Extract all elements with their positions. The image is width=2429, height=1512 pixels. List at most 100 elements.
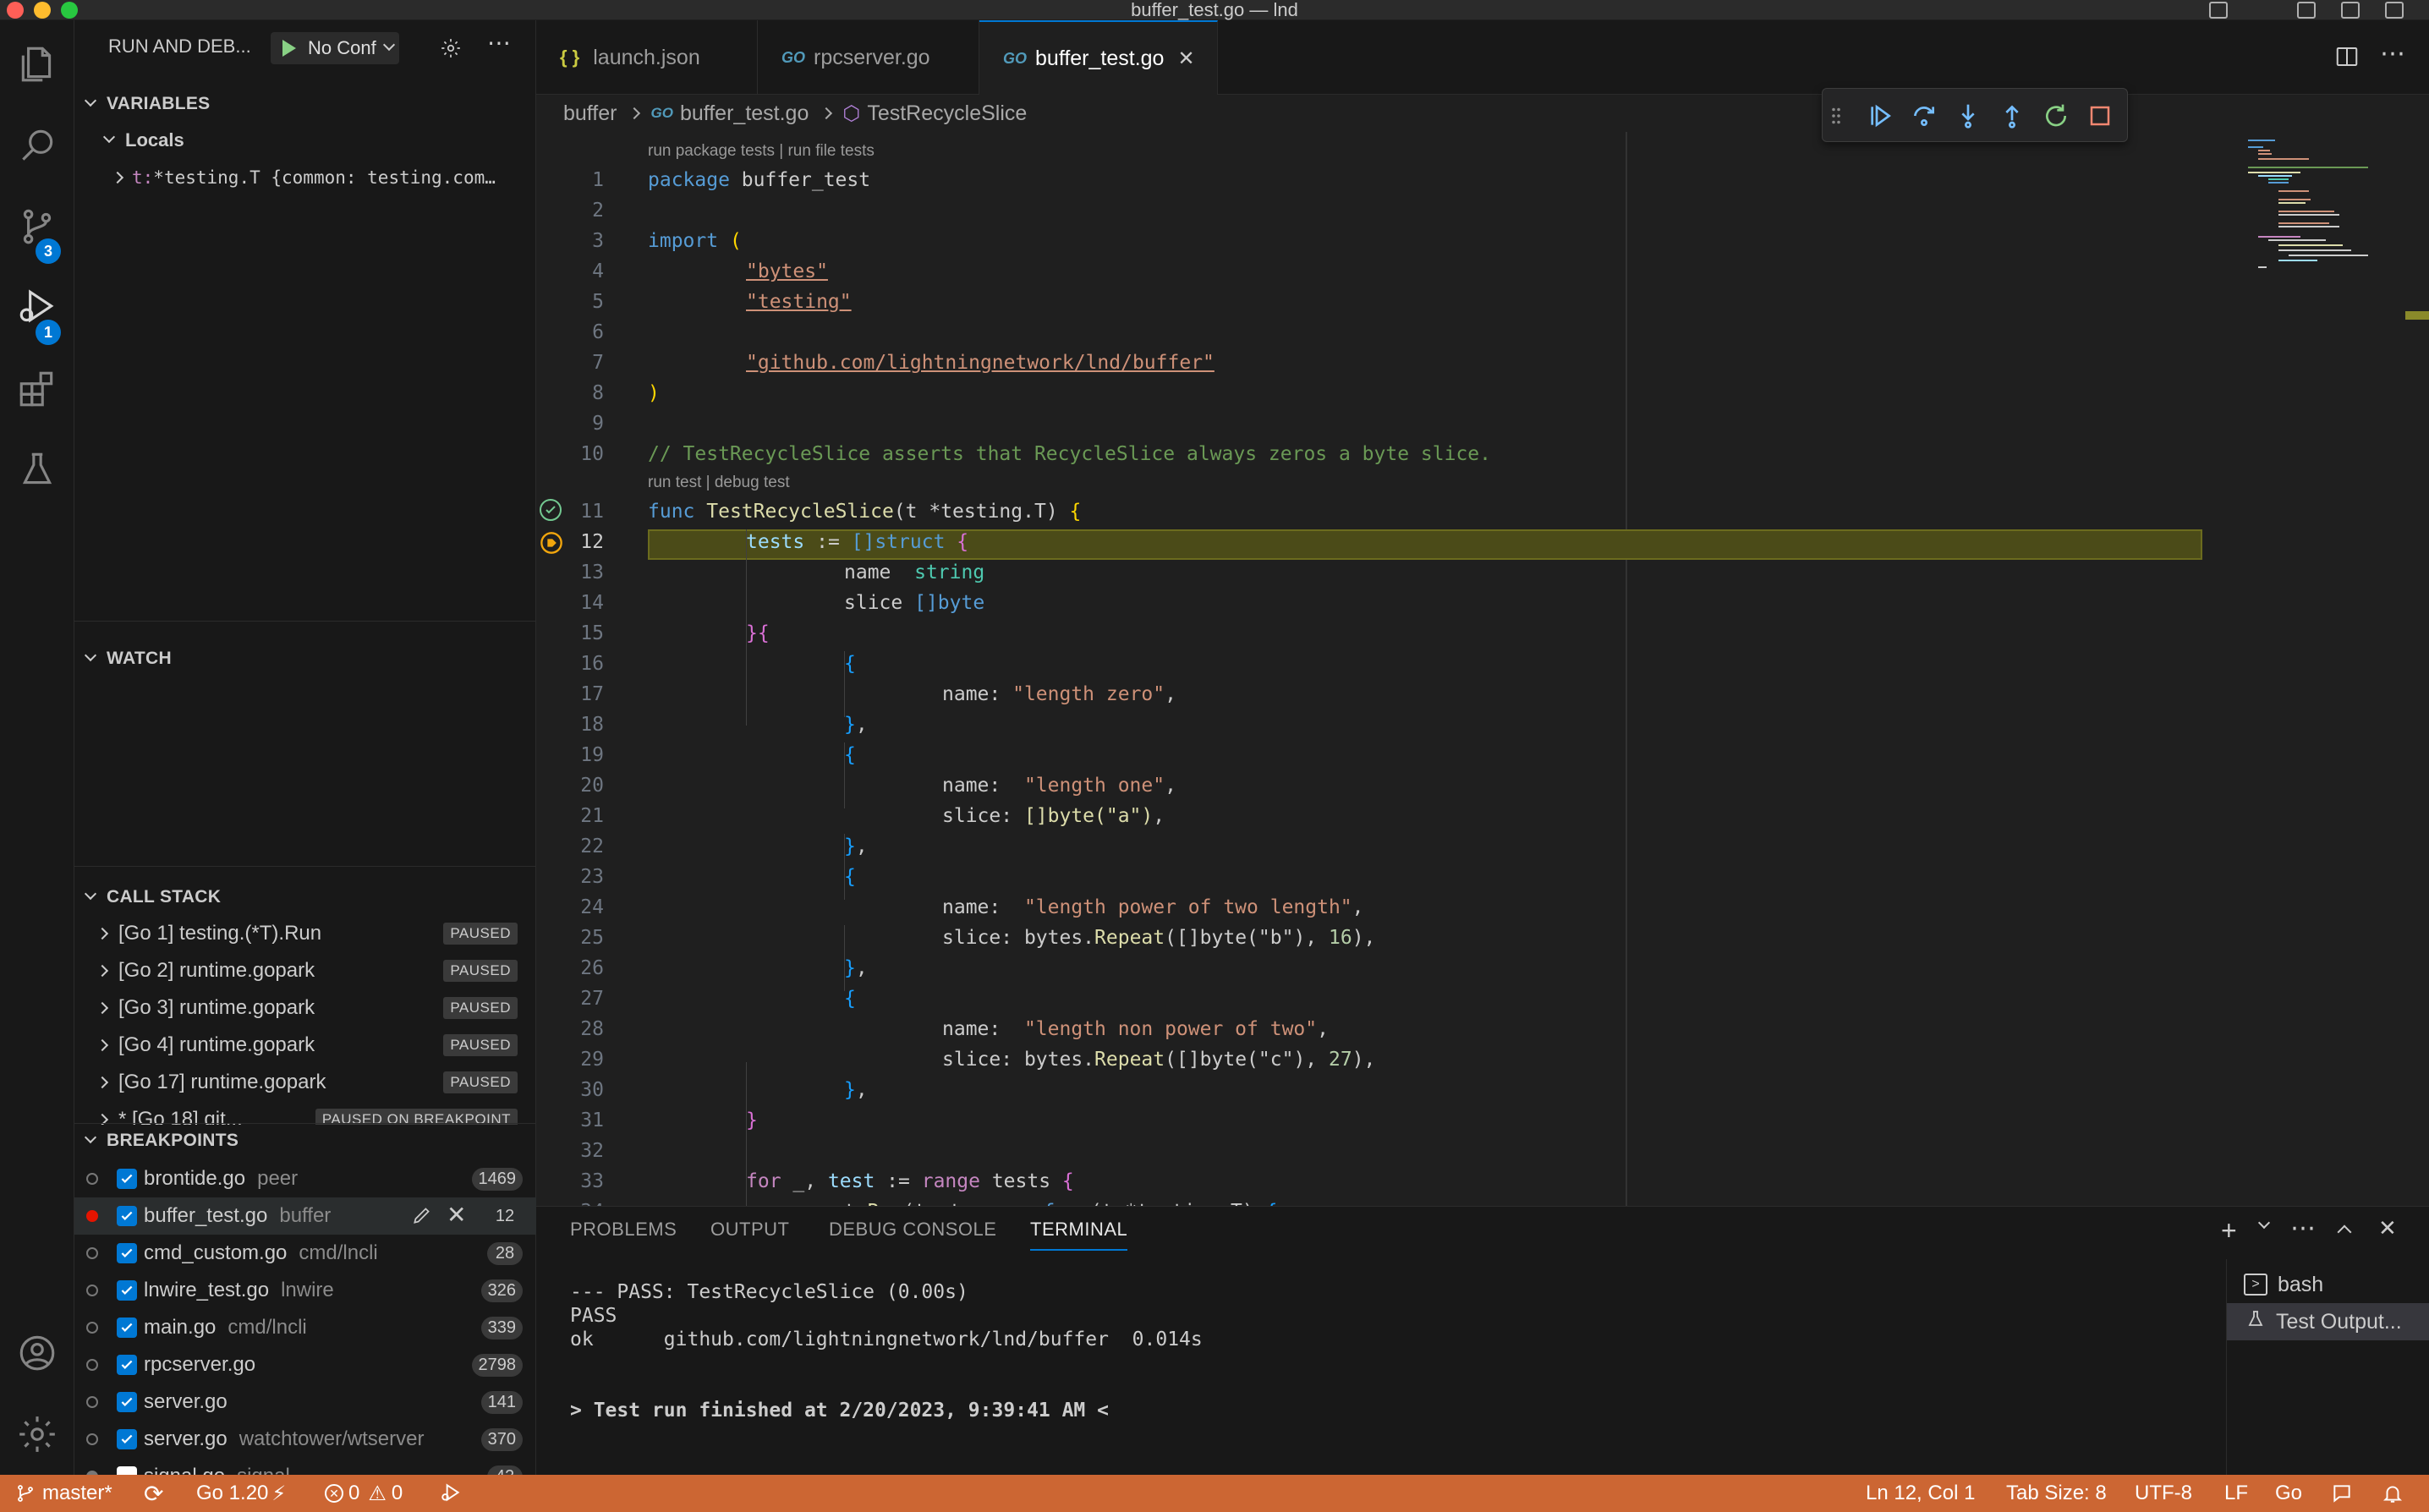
continue-icon[interactable] xyxy=(1863,99,1897,133)
breakpoint-checkbox[interactable] xyxy=(117,1169,137,1189)
locals-scope[interactable]: Locals xyxy=(74,122,536,159)
codelens-run-debug-test[interactable]: run test | debug test xyxy=(648,474,790,492)
breakpoint-item[interactable]: lnwire_test.go lnwire 326 xyxy=(74,1272,536,1309)
tab-launch-json[interactable]: { } launch.json xyxy=(536,20,758,95)
call-stack-item[interactable]: [Go 4] runtime.gopark PAUSED xyxy=(74,1027,536,1064)
open-launch-json-gear-icon[interactable] xyxy=(440,37,462,65)
problems-status[interactable]: ✕ 0 ⚠ 0 xyxy=(325,1475,403,1512)
close-panel-icon[interactable]: ✕ xyxy=(2378,1215,2397,1241)
more-actions-icon[interactable]: ⋯ xyxy=(487,29,511,57)
split-editor-icon[interactable] xyxy=(2334,44,2360,74)
edit-breakpoint-pencil-icon[interactable] xyxy=(411,1204,433,1232)
breakpoint-item[interactable]: rpcserver.go 2798 xyxy=(74,1346,536,1383)
sync-icon[interactable]: ⟳ xyxy=(144,1475,163,1512)
stop-icon[interactable] xyxy=(2083,99,2117,133)
panel-more-actions-icon[interactable]: ⋯ xyxy=(2290,1213,2316,1243)
tab-terminal[interactable]: TERMINAL xyxy=(1030,1219,1128,1251)
go-version-status[interactable]: Go 1.20 ⚡ xyxy=(196,1475,286,1512)
code-editor[interactable]: run package tests | run file tests run t… xyxy=(536,132,2429,1223)
start-debugging-icon[interactable] xyxy=(282,40,296,57)
code-line: "testing" xyxy=(746,291,852,313)
step-into-icon[interactable] xyxy=(1951,99,1985,133)
step-out-icon[interactable] xyxy=(1995,99,2029,133)
call-stack-item[interactable]: [Go 3] runtime.gopark PAUSED xyxy=(74,989,536,1027)
explorer-icon[interactable] xyxy=(0,27,74,101)
search-icon[interactable] xyxy=(0,108,74,183)
terminal-item-test-output[interactable]: Test Output... xyxy=(2227,1303,2429,1340)
restart-icon[interactable] xyxy=(2039,99,2073,133)
line-number: 7 xyxy=(592,352,604,374)
manage-gear-icon[interactable] xyxy=(0,1397,74,1471)
codelens-package-tests[interactable]: run package tests | run file tests xyxy=(648,142,875,161)
breadcrumb-folder[interactable]: buffer xyxy=(563,101,617,126)
editor-more-actions-icon[interactable]: ⋯ xyxy=(2380,39,2405,68)
toggle-primary-sidebar-icon[interactable] xyxy=(2209,2,2228,19)
notifications-bell-icon[interactable] xyxy=(2382,1475,2404,1512)
toggle-panel-icon[interactable] xyxy=(2297,2,2316,19)
breakpoint-checkbox[interactable] xyxy=(117,1206,137,1226)
breakpoint-checkbox[interactable] xyxy=(117,1392,137,1412)
variable-row-t[interactable]: t: *testing.T {common: testing.com… xyxy=(74,159,536,196)
minimap[interactable] xyxy=(2241,132,2429,1206)
breakpoint-item[interactable]: server.go watchtower/wtserver 370 xyxy=(74,1421,536,1458)
tab-output[interactable]: OUTPUT xyxy=(710,1219,789,1241)
remove-breakpoint-close-icon[interactable]: ✕ xyxy=(447,1201,466,1229)
branch-status[interactable]: master* xyxy=(15,1475,112,1512)
call-stack-item[interactable]: [Go 1] testing.(*T).Run PAUSED xyxy=(74,915,536,952)
run-debug-icon[interactable]: 1 xyxy=(0,271,74,345)
tab-rpcserver-go[interactable]: GO rpcserver.go xyxy=(758,20,979,95)
code-line: "bytes" xyxy=(746,260,828,282)
tab-size[interactable]: Tab Size: 8 xyxy=(2006,1475,2107,1512)
error-count: 0 xyxy=(348,1482,360,1504)
breakpoint-checkbox[interactable] xyxy=(117,1280,137,1301)
terminal-name: bash xyxy=(2278,1272,2324,1296)
terminal-item-bash[interactable]: > bash xyxy=(2227,1266,2429,1303)
tab-debug-console[interactable]: DEBUG CONSOLE xyxy=(829,1219,996,1241)
line-number: 25 xyxy=(580,927,604,949)
customize-layout-icon[interactable] xyxy=(2385,2,2404,19)
toggle-secondary-sidebar-icon[interactable] xyxy=(2341,2,2360,19)
cursor-position[interactable]: Ln 12, Col 1 xyxy=(1866,1475,1975,1512)
code-line: }, xyxy=(844,957,868,979)
call-stack-section-header[interactable]: CALL STACK xyxy=(74,879,536,915)
step-over-icon[interactable] xyxy=(1907,99,1941,133)
extensions-icon[interactable] xyxy=(0,352,74,426)
feedback-icon[interactable] xyxy=(2331,1475,2353,1512)
call-stack-item[interactable]: [Go 2] runtime.gopark PAUSED xyxy=(74,952,536,989)
end-of-line[interactable]: LF xyxy=(2224,1475,2248,1512)
line-number: 6 xyxy=(592,321,604,343)
variables-section-header[interactable]: VARIABLES xyxy=(74,86,536,122)
chevron-down-icon[interactable] xyxy=(2257,1216,2271,1230)
breakpoints-section-header[interactable]: BREAKPOINTS xyxy=(74,1123,536,1159)
terminal-name: Test Output... xyxy=(2276,1309,2402,1334)
new-terminal-plus-icon[interactable]: + xyxy=(2221,1215,2237,1246)
drag-handle-icon[interactable] xyxy=(1829,99,1843,133)
breakpoint-checkbox[interactable] xyxy=(117,1355,137,1375)
breadcrumb-symbol[interactable]: TestRecycleSlice xyxy=(867,101,1027,126)
watch-section-header[interactable]: WATCH xyxy=(74,641,536,677)
debug-status-icon[interactable] xyxy=(440,1475,462,1512)
breakpoint-item[interactable]: server.go 141 xyxy=(74,1383,536,1421)
breadcrumb-file[interactable]: buffer_test.go xyxy=(680,101,809,126)
status-badge: PAUSED xyxy=(443,923,518,945)
breakpoint-checkbox[interactable] xyxy=(117,1318,137,1338)
breakpoint-checkbox[interactable] xyxy=(117,1243,137,1263)
language-mode[interactable]: Go xyxy=(2275,1475,2302,1512)
breakpoint-item-active[interactable]: buffer_test.go buffer ✕ 12 xyxy=(74,1197,536,1235)
account-icon[interactable] xyxy=(0,1316,74,1390)
tab-problems[interactable]: PROBLEMS xyxy=(570,1219,677,1241)
call-stack-item[interactable]: * [Go 18] git... PAUSED ON BREAKPOINT xyxy=(74,1101,536,1125)
testing-icon[interactable] xyxy=(0,433,74,507)
tab-buffer-test-go[interactable]: GO buffer_test.go ✕ xyxy=(979,20,1218,95)
encoding[interactable]: UTF-8 xyxy=(2135,1475,2192,1512)
debug-config-select[interactable]: No Conf xyxy=(271,32,399,64)
breakpoint-item[interactable]: brontide.go peer 1469 xyxy=(74,1160,536,1197)
maximize-panel-chevron-up-icon[interactable] xyxy=(2337,1224,2352,1240)
close-tab-icon[interactable]: ✕ xyxy=(1177,47,1194,71)
breakpoint-item[interactable]: main.go cmd/lncli 339 xyxy=(74,1309,536,1346)
source-control-icon[interactable]: 3 xyxy=(0,189,74,264)
breakpoint-checkbox[interactable] xyxy=(117,1429,137,1449)
call-stack-item[interactable]: [Go 17] runtime.gopark PAUSED xyxy=(74,1064,536,1101)
section-divider xyxy=(74,866,536,867)
breakpoint-item[interactable]: cmd_custom.go cmd/lncli 28 xyxy=(74,1235,536,1272)
